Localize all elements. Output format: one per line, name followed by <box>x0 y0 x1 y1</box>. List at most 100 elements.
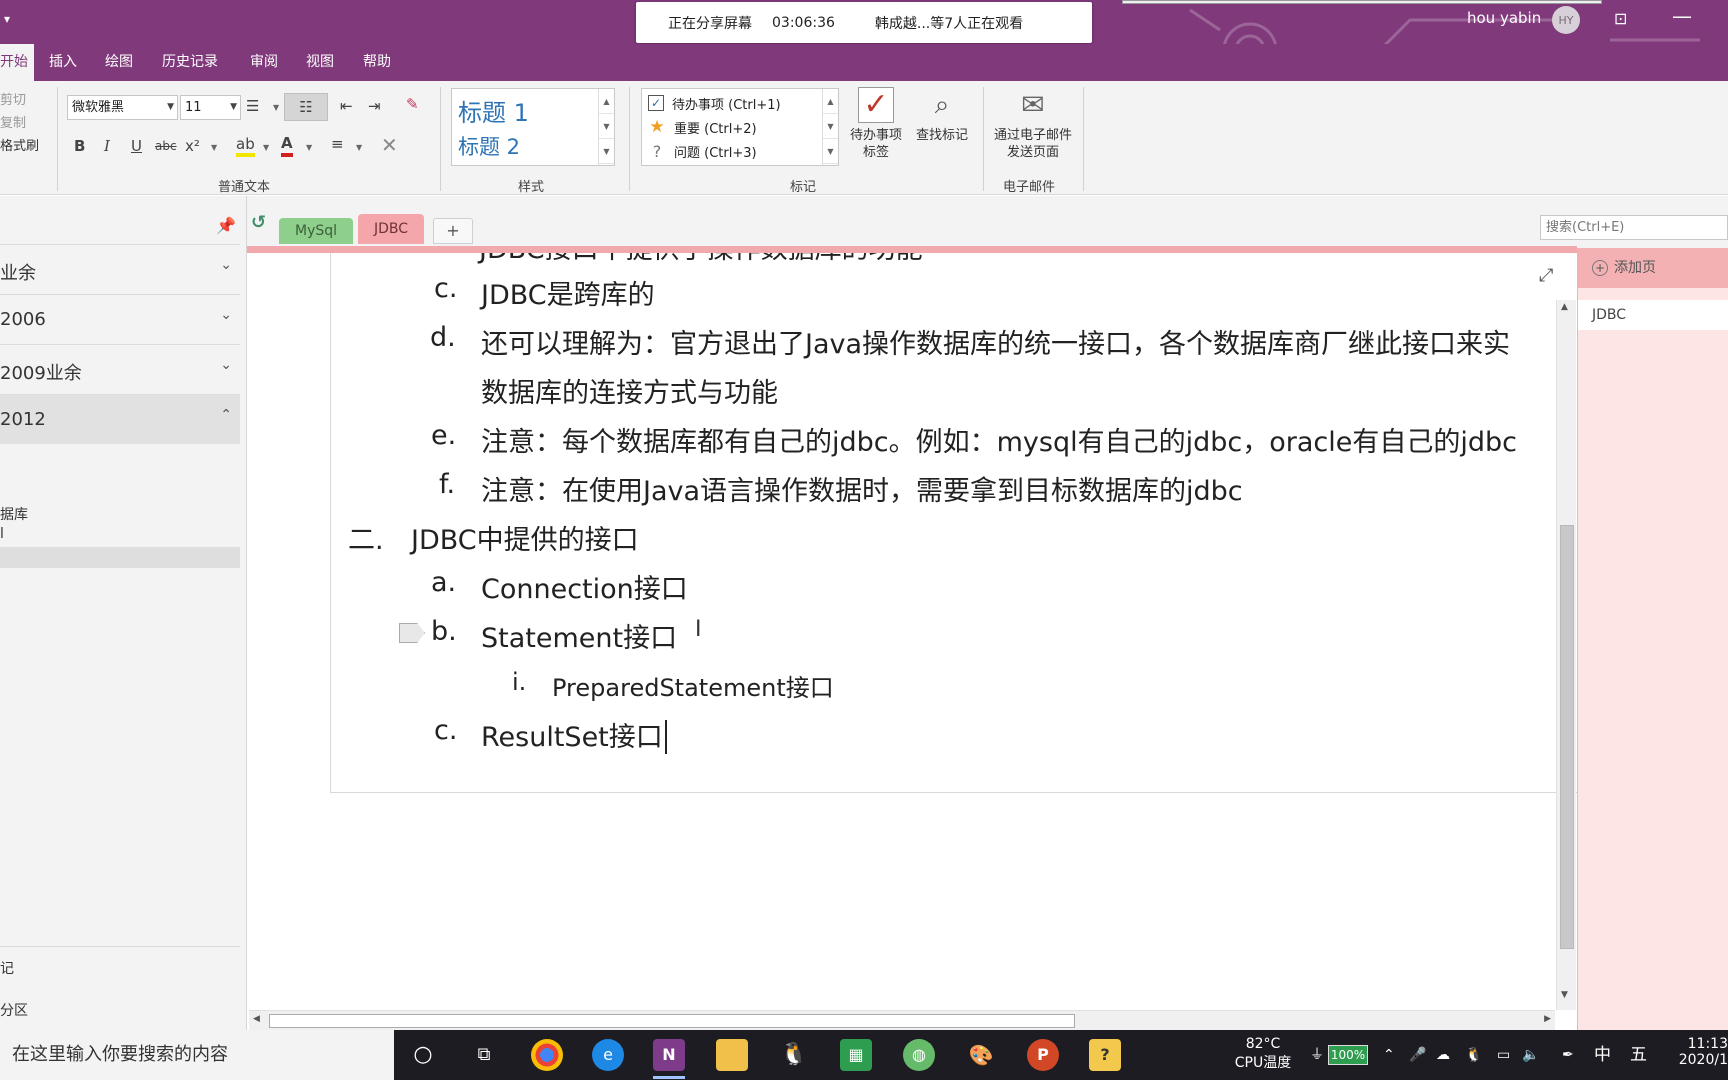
notebook-item[interactable]: 2009业余 ⌄ <box>0 344 240 394</box>
note-heading[interactable]: JDBC中提供的接口 <box>411 518 639 557</box>
section-tab-mysql[interactable]: MySql <box>279 218 354 244</box>
clock[interactable]: 11:13 2020/1 <box>1672 1030 1728 1080</box>
minimize-icon[interactable]: — <box>1672 4 1692 28</box>
chevron-down-icon[interactable]: ▼ <box>599 114 614 139</box>
share-viewers-text[interactable]: 韩成越...等7人正在观看 <box>875 13 1023 33</box>
cut-button[interactable]: 剪切 <box>0 89 26 108</box>
chevron-down-icon[interactable]: ▼ <box>823 114 838 139</box>
underline-icon[interactable]: U <box>131 137 142 155</box>
wechat-icon[interactable]: ◍ <box>903 1039 935 1071</box>
quick-access-dropdown-icon[interactable]: ▾ <box>4 12 10 26</box>
note-line[interactable]: ResultSet接口 <box>481 715 663 754</box>
section-item[interactable]: l <box>0 526 4 542</box>
style-heading-1[interactable]: 标题 1 <box>458 93 529 128</box>
style-heading-2[interactable]: 标题 2 <box>458 131 520 161</box>
ime-layout[interactable]: 五 <box>1630 1030 1647 1080</box>
note-line[interactable]: PreparedStatement接口 <box>552 668 834 703</box>
chrome-icon[interactable] <box>531 1039 563 1071</box>
qq-tray-icon[interactable]: 🐧 <box>1465 1030 1482 1080</box>
tab-home[interactable]: 开始 <box>0 44 34 81</box>
help-app-icon[interactable]: ? <box>1089 1039 1121 1071</box>
chevron-down-icon[interactable]: ▼ <box>356 143 362 152</box>
decrease-indent-icon[interactable]: ⇤ <box>340 97 353 115</box>
italic-icon[interactable]: I <box>104 137 110 155</box>
ime-mode[interactable]: 中 <box>1594 1030 1611 1080</box>
tab-draw[interactable]: 绘图 <box>105 44 133 81</box>
more-icon[interactable]: ▼ <box>599 139 614 164</box>
nav-bottom-item[interactable]: 分区 <box>0 1000 28 1020</box>
tab-help[interactable]: 帮助 <box>363 44 391 81</box>
chevron-up-icon[interactable]: ⌃ <box>1383 1030 1395 1080</box>
undo-icon[interactable]: ↺ <box>251 212 266 233</box>
add-section-button[interactable]: + <box>433 218 473 244</box>
tag-question[interactable]: ? 问题 (Ctrl+3) <box>648 140 757 162</box>
scroll-up-icon[interactable]: ▲ <box>1561 302 1568 312</box>
scroll-thumb[interactable] <box>1560 525 1574 949</box>
note-line[interactable]: 还可以理解为：官方退出了Java操作数据库的统一接口，各个数据库商厂继此接口来实 <box>481 322 1510 361</box>
edge-icon[interactable]: e <box>592 1039 624 1071</box>
volume-icon[interactable]: 🔈 <box>1522 1030 1539 1080</box>
scroll-right-icon[interactable]: ▶ <box>1544 1014 1551 1024</box>
notebook-item[interactable]: 业余 ⌄ <box>0 244 240 294</box>
chevron-down-icon[interactable]: ▼ <box>273 103 279 112</box>
note-line[interactable]: JDBC是跨库的 <box>481 273 655 312</box>
chevron-up-icon[interactable]: ⌃ <box>220 407 232 423</box>
tags-gallery-scroller[interactable]: ▲ ▼ ▼ <box>822 89 838 165</box>
onedrive-icon[interactable]: ☁ <box>1436 1030 1450 1080</box>
scroll-thumb[interactable] <box>269 1014 1075 1028</box>
page-item-jdbc[interactable]: JDBC <box>1578 300 1728 330</box>
more-icon[interactable]: ▼ <box>823 139 838 164</box>
chevron-down-icon[interactable]: ▼ <box>211 143 217 152</box>
tags-gallery[interactable]: ✓ 待办事项 (Ctrl+1) ★ 重要 (Ctrl+2) ? 问题 (Ctrl… <box>641 88 839 166</box>
taskbar-search-input[interactable]: 在这里输入你要搜索的内容 <box>0 1030 394 1080</box>
pin-icon[interactable]: 📌 <box>216 216 236 235</box>
font-name-select[interactable]: 微软雅黑 ▼ <box>67 95 178 120</box>
note-line[interactable]: Connection接口 <box>481 567 688 606</box>
nav-bottom-item[interactable]: 记 <box>0 958 14 978</box>
strikethrough-icon[interactable]: abc <box>155 139 177 153</box>
cpu-temperature[interactable]: 82°C CPU温度 <box>1232 1030 1294 1080</box>
chevron-down-icon[interactable]: ▼ <box>263 143 269 152</box>
delete-icon[interactable]: ✕ <box>381 133 398 157</box>
email-page-button[interactable]: ✉ 通过电子邮件发送页面 <box>990 87 1076 161</box>
section-item-selected[interactable] <box>0 547 240 568</box>
increase-indent-icon[interactable]: ⇥ <box>368 97 381 115</box>
align-icon[interactable]: ≡ <box>331 135 344 153</box>
bold-icon[interactable]: B <box>74 137 85 155</box>
expand-icon[interactable]: ⤢ <box>1539 265 1553 286</box>
add-page-button[interactable]: + 添加页 <box>1578 248 1728 288</box>
chevron-up-icon[interactable]: ▲ <box>823 89 838 114</box>
powerpoint-icon[interactable]: P <box>1027 1039 1059 1071</box>
tab-history[interactable]: 历史记录 <box>162 44 218 81</box>
notebook-item-selected[interactable]: 2012 ⌃ <box>0 394 240 444</box>
clear-formatting-icon[interactable]: ✎ <box>406 95 419 113</box>
note-line-continued[interactable]: 数据库的连接方式与功能 <box>481 371 778 410</box>
pen-icon[interactable]: ✒ <box>1562 1030 1574 1080</box>
search-input[interactable]: 搜索(Ctrl+E) <box>1540 215 1728 240</box>
tag-todo[interactable]: ✓ 待办事项 (Ctrl+1) <box>648 92 781 114</box>
font-size-select[interactable]: 11 ▼ <box>180 95 241 120</box>
user-name[interactable]: hou yabin <box>1467 9 1541 27</box>
tab-review[interactable]: 审阅 <box>250 44 278 81</box>
section-tab-jdbc[interactable]: JDBC <box>358 214 425 244</box>
scroll-down-icon[interactable]: ▼ <box>1561 990 1568 1000</box>
page-canvas[interactable]: ⤢ JDBC接口中提供了操作数据库的功能 c. JDBC是跨库的 d. 还可以理… <box>247 253 1577 1010</box>
battery-indicator[interactable]: 100% <box>1328 1045 1368 1065</box>
onenote-icon[interactable]: N <box>653 1039 685 1079</box>
numbered-list-icon[interactable]: ☷ <box>284 93 328 121</box>
note-line[interactable]: Statement接口 <box>481 616 677 655</box>
avatar[interactable]: HY <box>1552 6 1580 34</box>
file-explorer-icon[interactable] <box>716 1039 748 1071</box>
horizontal-scrollbar[interactable]: ◀ ▶ <box>249 1010 1555 1030</box>
styles-gallery-scroller[interactable]: ▲ ▼ ▼ <box>598 89 614 165</box>
format-painter-button[interactable]: 格式刷 <box>0 135 39 154</box>
power-plug-icon[interactable]: ⏚ <box>1310 1030 1324 1080</box>
qq-icon[interactable]: 🐧 <box>778 1039 810 1071</box>
bullet-list-icon[interactable]: ☰ <box>246 97 259 115</box>
superscript-icon[interactable]: x² <box>185 137 200 155</box>
section-item[interactable]: 据库 <box>0 504 28 524</box>
tab-view[interactable]: 视图 <box>306 44 334 81</box>
vertical-scrollbar[interactable]: ▲ ▼ <box>1556 300 1576 1010</box>
notebook-item[interactable]: 2006 ⌄ <box>0 294 240 344</box>
copy-button[interactable]: 复制 <box>0 112 26 131</box>
